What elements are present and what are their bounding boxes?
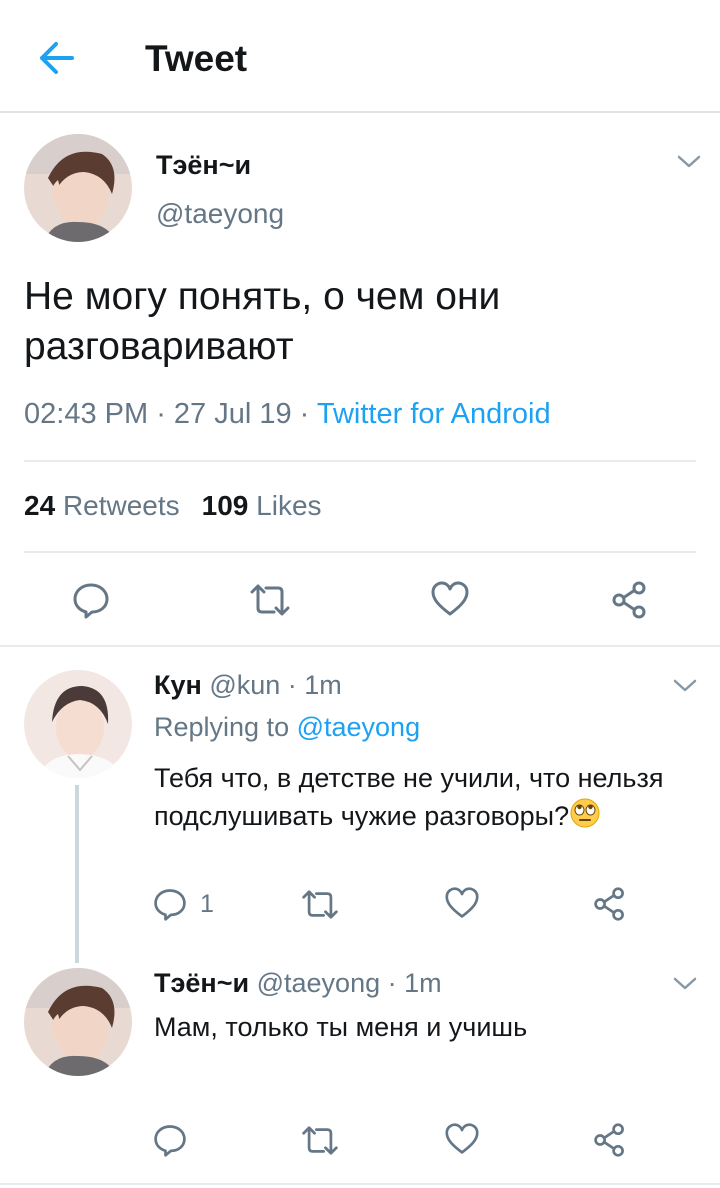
divider — [24, 460, 696, 462]
retweet-button[interactable] — [248, 582, 292, 618]
chevron-down-icon[interactable] — [674, 152, 704, 172]
tweet-source-link[interactable]: Twitter for Android — [317, 398, 551, 430]
reply-text: Мам, только ты меня и учишь — [154, 1012, 528, 1042]
heart-icon — [445, 1123, 479, 1154]
meta-separator: · — [148, 398, 174, 430]
face-with-rolling-eyes-icon — [569, 797, 601, 839]
share-button[interactable] — [610, 580, 650, 620]
like-button[interactable] — [430, 580, 470, 618]
share-icon — [594, 1123, 624, 1157]
chevron-down-icon[interactable] — [670, 974, 700, 994]
retweets-stat[interactable]: 24 Retweets — [24, 490, 180, 521]
share-icon — [612, 581, 646, 619]
chevron-down-icon[interactable] — [670, 676, 700, 696]
thread-line — [75, 785, 79, 963]
heart-icon — [445, 887, 479, 918]
author-handle[interactable]: @taeyong — [156, 198, 284, 230]
retweets-count: 24 — [24, 490, 56, 521]
reply-icon — [154, 1125, 186, 1157]
tweet-text: Не могу понять, о чем они разговаривают — [24, 275, 501, 368]
reply-time: · 1m — [387, 968, 442, 998]
like-button[interactable] — [444, 886, 480, 920]
retweet-button[interactable] — [300, 888, 340, 921]
replying-to: Replying to @taeyong — [154, 712, 420, 743]
retweet-button[interactable] — [300, 1124, 340, 1157]
reply-count: 1 — [200, 889, 214, 918]
top-app-bar: Tweet — [0, 0, 720, 113]
retweet-icon — [250, 584, 290, 616]
reply-text: Тебя что, в детстве не учили, что нельзя… — [154, 759, 674, 839]
author-name[interactable]: Тэён~и — [156, 150, 251, 181]
likes-label: Likes — [256, 490, 322, 521]
reply-header: Тэён~и @taeyong · 1m — [154, 968, 442, 999]
meta-separator: · — [291, 398, 317, 430]
divider — [0, 645, 720, 647]
reply-button[interactable]: 1 — [152, 886, 214, 922]
heart-icon — [431, 581, 469, 616]
reply-icon — [73, 583, 109, 619]
reply-button[interactable] — [152, 1122, 188, 1158]
reply-header: Кун @kun · 1m — [154, 670, 342, 701]
reply-author-name[interactable]: Тэён~и — [154, 968, 249, 998]
replying-prefix: Replying to — [154, 712, 297, 742]
replying-to-mention[interactable]: @taeyong — [297, 712, 421, 742]
reply-author-handle[interactable]: @kun — [209, 670, 280, 700]
divider — [0, 1183, 720, 1185]
reply-time: · 1m — [287, 670, 342, 700]
divider — [24, 551, 696, 553]
likes-count: 109 — [201, 490, 249, 521]
like-button[interactable] — [444, 1122, 480, 1156]
reply-author-name[interactable]: Кун — [154, 670, 202, 700]
share-button[interactable] — [592, 886, 628, 922]
tweet-date: 27 Jul 19 — [173, 398, 292, 430]
likes-stat[interactable]: 109 Likes — [202, 490, 322, 521]
retweets-label: Retweets — [62, 490, 180, 521]
avatar[interactable] — [24, 134, 132, 242]
tweet-time: 02:43 PM — [24, 398, 149, 430]
engagement-stats: 24 Retweets 109 Likes — [24, 490, 322, 522]
share-icon — [594, 887, 624, 921]
avatar[interactable] — [24, 968, 132, 1076]
retweet-icon — [302, 1126, 338, 1155]
page-title: Tweet — [145, 38, 248, 79]
avatar[interactable] — [24, 670, 132, 778]
reply-icon — [154, 889, 186, 921]
share-button[interactable] — [592, 1122, 628, 1158]
tweet-meta: 02:43 PM · 27 Jul 19 · Twitter for Andro… — [24, 398, 551, 431]
back-arrow-icon[interactable] — [30, 36, 80, 80]
reply-button[interactable] — [71, 580, 111, 620]
reply-author-handle[interactable]: @taeyong — [257, 968, 381, 998]
retweet-icon — [302, 890, 338, 919]
